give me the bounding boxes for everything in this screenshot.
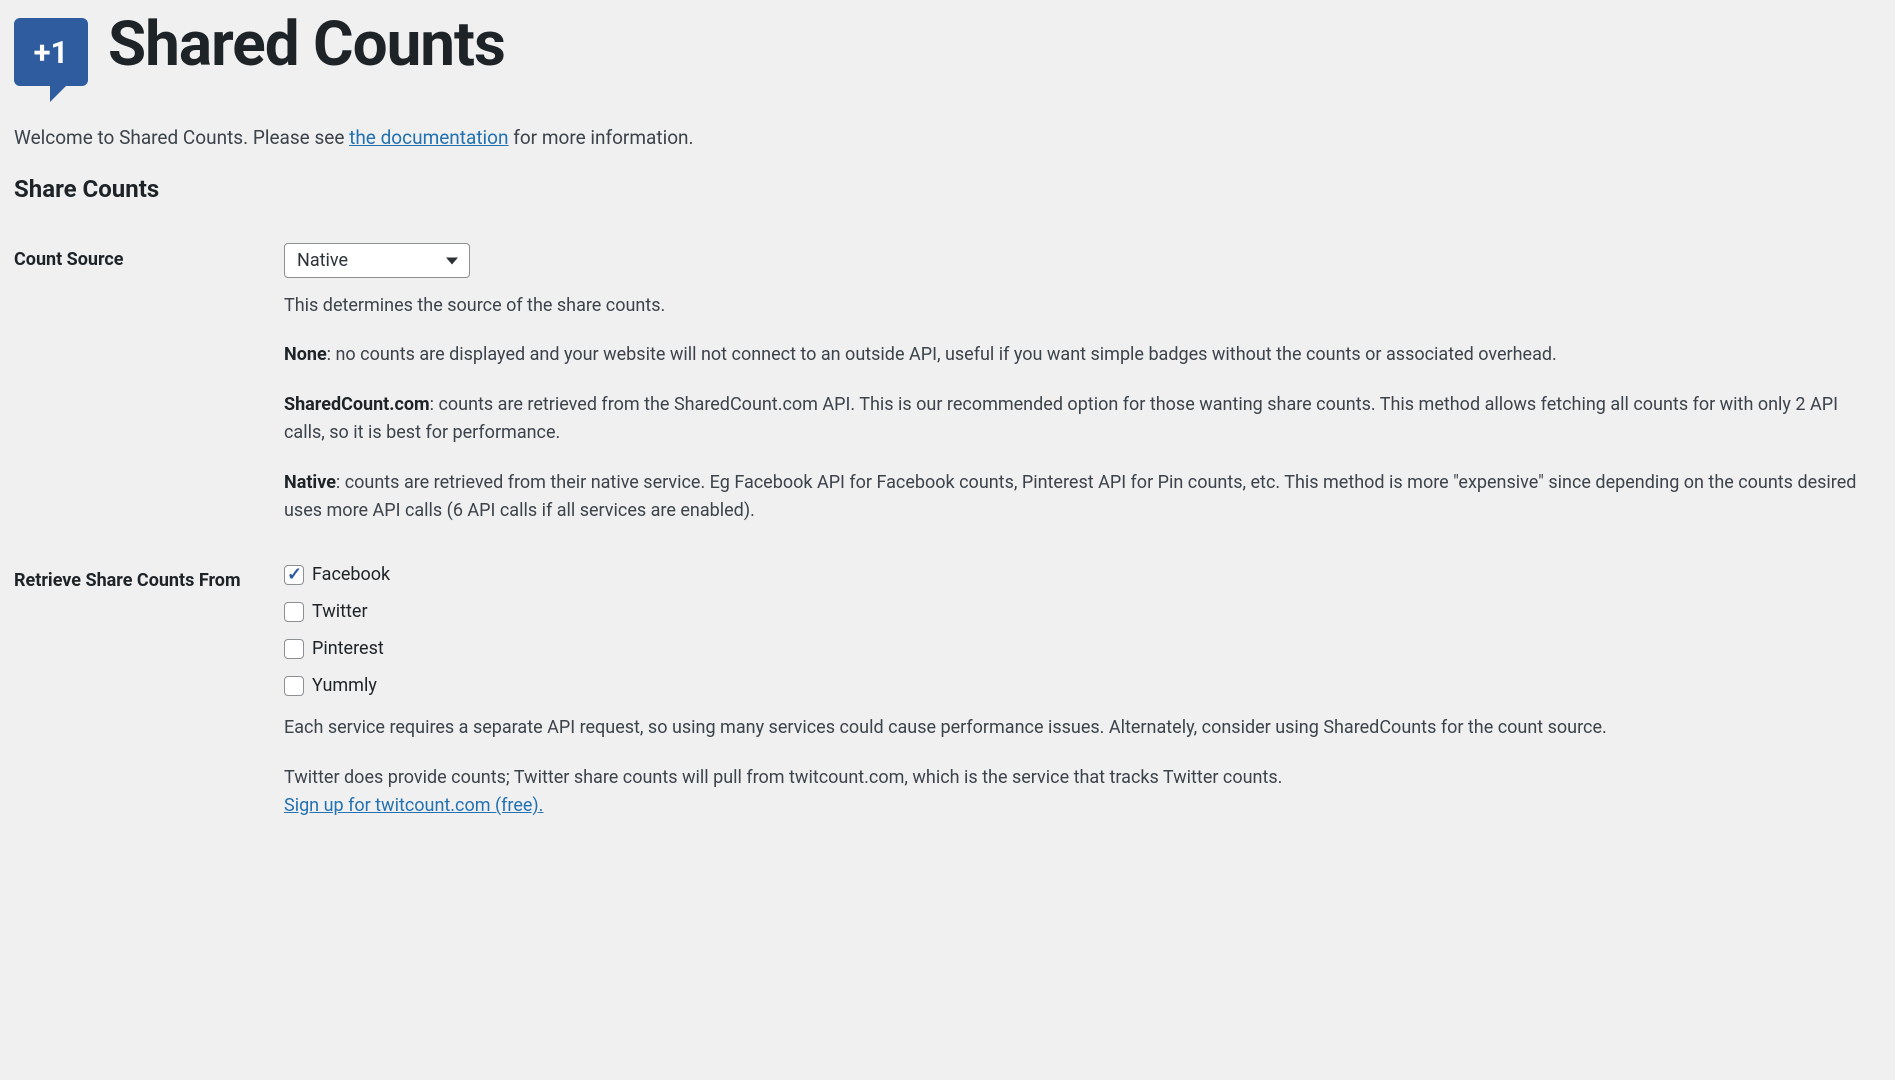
pinterest-checkbox[interactable] xyxy=(284,639,304,659)
count-source-select[interactable]: Native xyxy=(284,243,470,278)
plugin-logo-icon: +1 xyxy=(14,18,88,86)
count-source-content: Native This determines the source of the… xyxy=(284,243,1881,524)
desc-sharedcount-name: SharedCount.com xyxy=(284,394,430,415)
logo-badge-text: +1 xyxy=(34,34,69,71)
yummly-checkbox[interactable] xyxy=(284,676,304,696)
twitter-label[interactable]: Twitter xyxy=(312,601,368,622)
desc-native-name: Native xyxy=(284,472,336,493)
retrieve-note-1: Each service requires a separate API req… xyxy=(284,714,1881,742)
twitcount-signup-link[interactable]: Sign up for twitcount.com (free). xyxy=(284,795,543,816)
page-header: +1 Shared Counts xyxy=(14,14,1881,86)
welcome-suffix: for more information. xyxy=(509,126,694,149)
desc-sharedcount: SharedCount.com: counts are retrieved fr… xyxy=(284,391,1881,447)
service-yummly: Yummly xyxy=(284,675,1881,696)
desc-none-name: None xyxy=(284,344,327,365)
retrieve-note-2-prefix: Twitter does provide counts; Twitter sha… xyxy=(284,767,1282,788)
pinterest-label[interactable]: Pinterest xyxy=(312,638,384,659)
section-heading: Share Counts xyxy=(14,175,1881,203)
retrieve-from-row: Retrieve Share Counts From Facebook Twit… xyxy=(14,564,1881,820)
retrieve-from-content: Facebook Twitter Pinterest Yummly Each s… xyxy=(284,564,1881,820)
desc-sharedcount-text: : counts are retrieved from the SharedCo… xyxy=(284,394,1838,443)
count-source-help: This determines the source of the share … xyxy=(284,292,1881,319)
desc-native: Native: counts are retrieved from their … xyxy=(284,469,1881,525)
desc-native-text: : counts are retrieved from their native… xyxy=(284,472,1856,521)
desc-none-text: : no counts are displayed and your websi… xyxy=(327,344,1557,365)
twitter-checkbox[interactable] xyxy=(284,602,304,622)
facebook-label[interactable]: Facebook xyxy=(312,564,390,585)
service-facebook: Facebook xyxy=(284,564,1881,585)
documentation-link[interactable]: the documentation xyxy=(349,126,508,149)
welcome-prefix: Welcome to Shared Counts. Please see xyxy=(14,126,349,149)
service-twitter: Twitter xyxy=(284,601,1881,622)
page-title: Shared Counts xyxy=(108,14,505,76)
welcome-text: Welcome to Shared Counts. Please see the… xyxy=(14,126,1881,149)
count-source-label: Count Source xyxy=(14,243,284,270)
facebook-checkbox[interactable] xyxy=(284,565,304,585)
count-source-select-wrapper: Native xyxy=(284,243,470,278)
retrieve-from-label: Retrieve Share Counts From xyxy=(14,564,284,591)
yummly-label[interactable]: Yummly xyxy=(312,675,377,696)
retrieve-note-2: Twitter does provide counts; Twitter sha… xyxy=(284,764,1881,820)
service-pinterest: Pinterest xyxy=(284,638,1881,659)
desc-none: None: no counts are displayed and your w… xyxy=(284,341,1881,369)
count-source-row: Count Source Native This determines the … xyxy=(14,243,1881,524)
